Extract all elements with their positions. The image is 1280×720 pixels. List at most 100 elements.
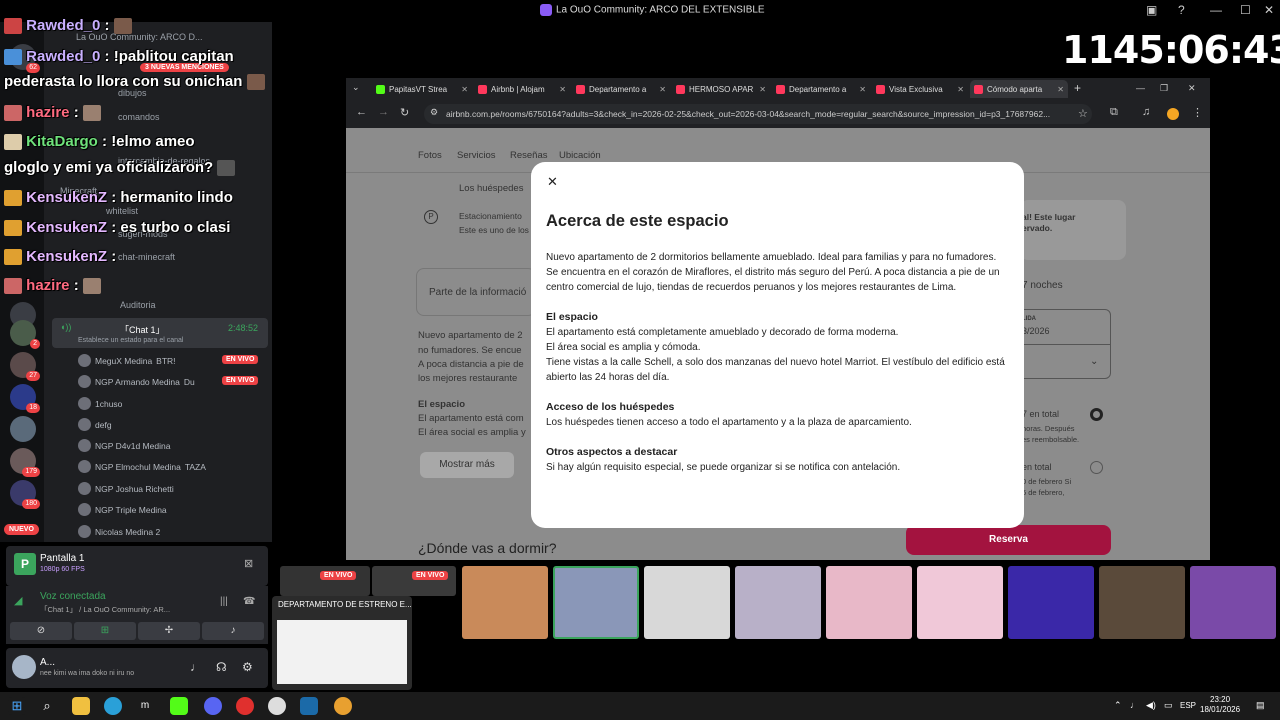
channel-item[interactable]: whitelist	[106, 206, 138, 216]
participant-avatar[interactable]	[1190, 566, 1276, 639]
member-item[interactable]: 1chuso	[78, 397, 122, 410]
noise-icon[interactable]: |||	[220, 596, 228, 607]
close-tab-icon[interactable]: ✕	[559, 85, 566, 94]
close-icon[interactable]: ✕	[547, 174, 558, 190]
search-icon[interactable]: ⌕	[38, 697, 56, 715]
help-icon[interactable]: ?	[1178, 3, 1185, 17]
discord-icon[interactable]	[204, 697, 222, 715]
disconnect-icon[interactable]: ☎	[243, 596, 255, 607]
page-nav-servicios[interactable]: Servicios	[457, 150, 496, 161]
participant-avatar[interactable]	[826, 566, 912, 639]
voice-connected-label[interactable]: Voz conectada	[40, 591, 106, 602]
close-tab-icon[interactable]: ✕	[957, 85, 964, 94]
kick-icon[interactable]	[170, 697, 188, 715]
site-info-icon[interactable]: ⚙	[430, 107, 438, 118]
url-bar[interactable]: airbnb.com.pe/rooms/6750164?adults=3&che…	[424, 104, 1092, 124]
voice-connected-channel[interactable]: 「Chat 1」 / La OuO Community: AR...	[40, 604, 170, 615]
bookmark-star-icon[interactable]: ☆	[1078, 107, 1088, 120]
participant-avatar[interactable]	[1008, 566, 1094, 639]
obs-icon[interactable]	[236, 697, 254, 715]
minimize-button[interactable]: —	[1210, 3, 1222, 17]
voice-channel-status[interactable]: Establece un estado para el canal	[78, 337, 183, 344]
new-tab-button[interactable]: +	[1074, 81, 1081, 95]
tray-chevron-icon[interactable]: ⌃	[1114, 700, 1122, 711]
taskbar-preview[interactable]: DEPARTAMENTO DE ESTRENO E...	[272, 596, 412, 690]
member-item[interactable]: NGP D4v1d Medina	[78, 439, 170, 452]
guild-icon[interactable]: 27	[10, 352, 40, 381]
screen-share-button[interactable]: ⊞	[74, 622, 136, 640]
guild-icon[interactable]: 2	[10, 320, 40, 349]
page-nav-fotos[interactable]: Fotos	[418, 150, 442, 161]
participant-avatar[interactable]	[644, 566, 730, 639]
user-avatar[interactable]	[12, 655, 36, 679]
browser-tab[interactable]: Departamento a ✕	[772, 80, 870, 98]
close-tab-icon[interactable]: ✕	[759, 85, 766, 94]
chrome-icon[interactable]	[334, 697, 352, 715]
steam-icon[interactable]	[300, 697, 318, 715]
reload-icon[interactable]: ↻	[400, 106, 409, 119]
member-item[interactable]: defg	[78, 418, 112, 431]
channel-item[interactable]: Auditoria	[120, 300, 156, 310]
page-nav-resenas[interactable]: Reseñas	[510, 150, 548, 161]
guild-icon[interactable]: 18	[10, 384, 40, 413]
mic-tray-icon[interactable]: ♩	[1130, 700, 1139, 710]
guild-icon[interactable]: 179	[10, 448, 40, 477]
speaker-icon[interactable]: ◀)	[1146, 700, 1156, 711]
browser-tab[interactable]: Vista Exclusiva ✕	[872, 80, 968, 98]
settings-gear-icon[interactable]: ⚙	[242, 660, 253, 674]
profile-avatar[interactable]	[1167, 108, 1179, 120]
new-badge[interactable]: NUEVO	[4, 524, 39, 535]
minimize-browser-button[interactable]: —	[1136, 83, 1145, 93]
extensions-icon[interactable]: ⧉	[1110, 106, 1118, 119]
media-icon[interactable]: ♫	[1142, 106, 1150, 118]
network-icon[interactable]: ▭	[1164, 700, 1173, 711]
member-item[interactable]: NGP Joshua Richetti	[78, 482, 174, 495]
app-icon[interactable]: m	[136, 697, 154, 715]
monitor-icon[interactable]: ▣	[1146, 3, 1157, 17]
page-nav-ubicacion[interactable]: Ubicación	[559, 150, 601, 161]
language-indicator[interactable]: ESP	[1180, 701, 1196, 710]
browser-tab[interactable]: Airbnb | Alojam ✕	[474, 80, 570, 98]
close-tab-icon[interactable]: ✕	[859, 85, 866, 94]
reserve-button[interactable]: Reserva	[906, 525, 1111, 555]
participant-avatar[interactable]	[1099, 566, 1185, 639]
close-window-button[interactable]: ✕	[1264, 3, 1274, 17]
maximize-button[interactable]: ☐	[1240, 3, 1251, 17]
headphones-icon[interactable]: ☊	[216, 660, 227, 674]
member-item[interactable]: NGP Elmochul Medina TAZA	[78, 460, 206, 473]
forward-icon[interactable]: →	[378, 106, 389, 118]
back-icon[interactable]: ←	[356, 106, 367, 118]
guild-icon[interactable]	[10, 416, 36, 442]
browser-tab[interactable]: PapitasVT Strea ✕	[372, 80, 472, 98]
member-item[interactable]: Nicolas Medina 2	[78, 525, 160, 538]
browser-tab-active[interactable]: Cómodo aparta ✕	[970, 80, 1068, 98]
stop-share-icon[interactable]: ⊠	[244, 557, 253, 570]
guild-icon[interactable]: 180	[10, 480, 40, 509]
soundboard-button[interactable]: ♪	[202, 622, 264, 640]
menu-kebab-icon[interactable]: ⋮	[1192, 106, 1203, 119]
member-item[interactable]: NGP Armando Medina Du	[78, 375, 195, 388]
restore-browser-button[interactable]: ❐	[1160, 83, 1168, 94]
participant-avatar[interactable]	[917, 566, 1003, 639]
browser-tab[interactable]: HERMOSO APAR ✕	[672, 80, 770, 98]
tab-list-chevron-icon[interactable]: ⌄	[352, 82, 360, 93]
participant-avatar[interactable]	[462, 566, 548, 639]
member-item[interactable]: NGP Triple Medina	[78, 503, 167, 516]
participant-avatar[interactable]	[735, 566, 821, 639]
chevron-down-icon[interactable]: ⌄	[1090, 356, 1098, 367]
close-browser-button[interactable]: ✕	[1188, 83, 1196, 94]
activities-button[interactable]: ✢	[138, 622, 200, 640]
taskbar-clock[interactable]: 23:20 18/01/2026	[1200, 695, 1240, 715]
notifications-icon[interactable]: ▤	[1256, 700, 1265, 711]
show-more-button[interactable]: Mostrar más	[420, 452, 514, 478]
windows-start-icon[interactable]: ⊞	[8, 697, 26, 715]
close-tab-icon[interactable]: ✕	[1057, 85, 1064, 94]
close-tab-icon[interactable]: ✕	[659, 85, 666, 94]
browser-tab[interactable]: Departamento a ✕	[572, 80, 670, 98]
close-tab-icon[interactable]: ✕	[461, 85, 468, 94]
app-icon[interactable]	[268, 697, 286, 715]
member-item[interactable]: MeguX Medina BTR!	[78, 354, 176, 367]
radio-unselected[interactable]	[1090, 461, 1103, 474]
mic-icon[interactable]: ♩	[190, 660, 202, 674]
channel-item[interactable]: chat-minecraft	[118, 252, 175, 262]
